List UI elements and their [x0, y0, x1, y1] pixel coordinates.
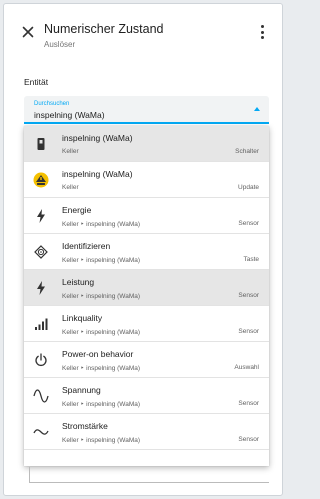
item-domain: Sensor — [238, 292, 259, 299]
dropdown-arrow-icon[interactable] — [254, 107, 260, 111]
signal-icon — [33, 316, 49, 332]
dialog-title: Numerischer Zustand — [44, 22, 164, 36]
item-title: Leistung — [62, 277, 95, 287]
item-path: Keller ‣ inspelning (WaMa) — [62, 329, 141, 336]
item-path: Keller ‣ inspelning (WaMa) — [62, 221, 141, 228]
item-title: Stromstärke — [62, 421, 108, 431]
item-title: Linkquality — [62, 313, 103, 323]
list-item-entity[interactable]: Leistung Keller ‣ inspelning (WaMa) Sens… — [24, 270, 269, 306]
list-item-entity[interactable]: Identifizieren Keller ‣ inspelning (WaMa… — [24, 234, 269, 270]
background-field-edge — [29, 467, 30, 482]
power-icon — [33, 352, 49, 368]
list-item-entity[interactable]: Stromstärke Keller ‣ inspelning (WaMa) S… — [24, 414, 269, 450]
list-item-entity[interactable]: Power-on behavior Keller ‣ inspelning (W… — [24, 342, 269, 378]
flash-icon — [33, 208, 49, 224]
sine-wave-icon — [33, 388, 49, 404]
entity-search-field[interactable]: Durchsuchen inspelning (WaMa) — [24, 96, 269, 124]
item-path: Keller ‣ inspelning (WaMa) — [62, 257, 141, 264]
identify-icon — [33, 244, 49, 260]
item-title: inspelning (WaMa) — [62, 169, 133, 179]
item-domain: Sensor — [238, 400, 259, 407]
item-domain: Taste — [243, 256, 259, 263]
item-title: Identifizieren — [62, 241, 111, 251]
item-domain: Sensor — [238, 436, 259, 443]
entity-dropdown-list: inspelning (WaMa) Keller Schalter inspel… — [24, 126, 269, 466]
list-item-entity[interactable]: Spannung Keller ‣ inspelning (WaMa) Sens… — [24, 378, 269, 414]
item-domain: Auswahl — [234, 364, 259, 371]
item-path: Keller ‣ inspelning (WaMa) — [62, 401, 141, 408]
current-icon — [33, 424, 49, 440]
item-title: Power-on behavior — [62, 349, 134, 359]
list-item-entity[interactable]: inspelning (WaMa) Keller Update — [24, 162, 269, 198]
switch-icon — [33, 136, 49, 152]
item-domain: Schalter — [235, 148, 259, 155]
update-icon — [33, 172, 49, 188]
background-field-underline — [29, 482, 269, 483]
more-vert-icon[interactable] — [258, 23, 266, 41]
trigger-card: Numerischer Zustand Auslöser Entität Dur… — [3, 3, 283, 496]
item-domain: Update — [238, 184, 259, 191]
dialog-subtitle: Auslöser — [44, 40, 76, 49]
item-title: Spannung — [62, 385, 101, 395]
close-icon[interactable] — [20, 24, 36, 40]
item-path: Keller — [62, 184, 79, 191]
item-path: Keller ‣ inspelning (WaMa) — [62, 293, 141, 300]
list-item-entity[interactable]: Energie Keller ‣ inspelning (WaMa) Senso… — [24, 198, 269, 234]
list-item-entity[interactable]: Linkquality Keller ‣ inspelning (WaMa) S… — [24, 306, 269, 342]
entity-search-value[interactable]: inspelning (WaMa) — [34, 110, 105, 120]
flash-icon — [33, 280, 49, 296]
item-path: Keller ‣ inspelning (WaMa) — [62, 365, 141, 372]
dialog-header: Numerischer Zustand Auslöser — [4, 4, 282, 66]
item-domain: Sensor — [238, 328, 259, 335]
item-domain: Sensor — [238, 220, 259, 227]
item-title: Energie — [62, 205, 92, 215]
entity-section-label: Entität — [24, 77, 49, 87]
list-item-entity[interactable]: inspelning (WaMa) Keller Schalter — [24, 126, 269, 162]
item-title: inspelning (WaMa) — [62, 133, 133, 143]
item-path: Keller ‣ inspelning (WaMa) — [62, 437, 141, 444]
item-path: Keller — [62, 148, 79, 155]
entity-search-label: Durchsuchen — [34, 101, 70, 107]
